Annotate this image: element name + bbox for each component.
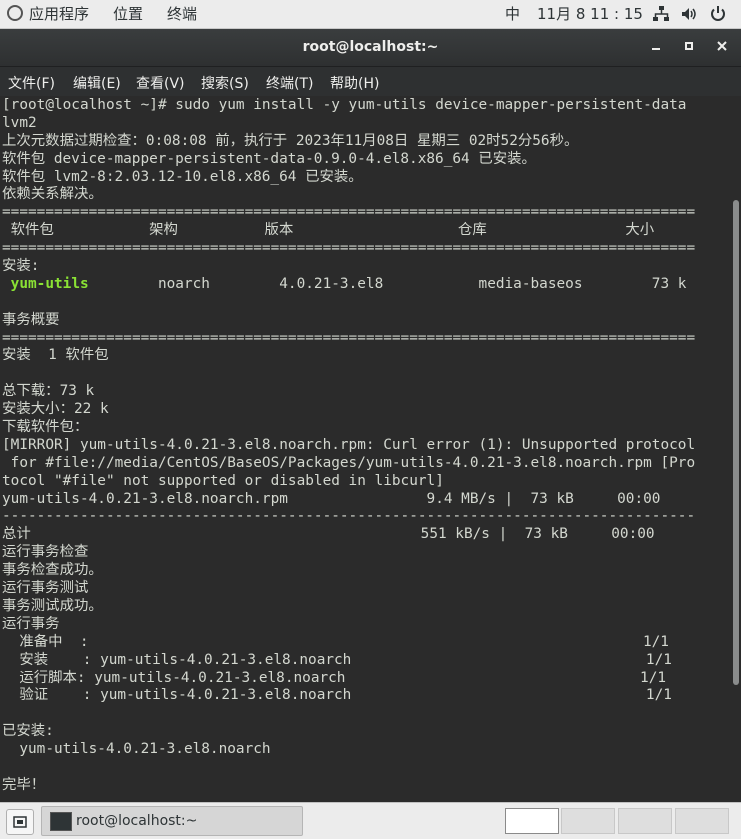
terminal-line: [MIRROR] yum-utils-4.0.21-3.el8.noarch.r… xyxy=(2,436,696,453)
terminal-line: 运行事务 xyxy=(2,615,60,632)
terminal-line: lvm2 xyxy=(2,114,37,131)
show-desktop-button[interactable] xyxy=(6,809,34,835)
terminal-line: 已安装: xyxy=(2,723,54,740)
terminal-line: 事务检查成功。 xyxy=(2,562,103,579)
menu-bar: 文件(F) 编辑(E) 查看(V) 搜索(S) 终端(T) 帮助(H) xyxy=(0,67,741,96)
terminal-area[interactable]: [root@localhost ~]# sudo yum install -y … xyxy=(0,96,741,802)
terminal-line: 下载软件包： xyxy=(2,419,89,436)
terminal-line: 验证 : yum-utils-4.0.21-3.el8.noarch 1/1 xyxy=(2,687,672,704)
show-desktop-icon xyxy=(13,816,27,828)
menu-edit[interactable]: 编辑(E) xyxy=(73,73,121,93)
terminal-line: ========================================… xyxy=(2,329,696,346)
workspace-1[interactable] xyxy=(505,808,559,834)
terminal-line: 软件包 架构 版本 仓库 大小 xyxy=(2,222,655,239)
top-bar: 应用程序 位置 终端 中 11月 8 11 : 15 xyxy=(0,0,741,29)
network-icon[interactable] xyxy=(652,5,670,23)
terminal-line: 事务概要 xyxy=(2,311,60,328)
terminal-line: 事务测试成功。 xyxy=(2,597,103,614)
terminal-line: 准备中 : 1/1 xyxy=(2,633,669,650)
terminal-line: 软件包 lvm2-8:2.03.12-10.el8.x86_64 已安装。 xyxy=(2,168,363,185)
workspace-4[interactable] xyxy=(675,808,729,834)
window-title: root@localhost:~ xyxy=(302,39,439,55)
terminal-icon xyxy=(50,812,72,831)
minimize-icon[interactable] xyxy=(646,38,666,56)
workspace-2[interactable] xyxy=(561,808,615,834)
window-titlebar[interactable]: root@localhost:~ xyxy=(0,29,741,67)
menu-terminal[interactable]: 终端(T) xyxy=(266,73,313,93)
menu-view[interactable]: 查看(V) xyxy=(136,73,185,93)
terminal-line: ----------------------------------------… xyxy=(2,508,696,525)
terminal-line: yum-utils noarch 4.0.21-3.el8 media-base… xyxy=(10,275,687,292)
terminal-line: 安装: xyxy=(2,258,40,275)
terminal-line: 完毕！ xyxy=(2,776,46,793)
close-icon[interactable] xyxy=(712,38,732,56)
terminal-line: 运行事务检查 xyxy=(2,544,89,561)
terminal-line: yum-utils-4.0.21-3.el8.noarch.rpm 9.4 MB… xyxy=(2,490,661,507)
terminal-app-menu[interactable]: 终端 xyxy=(167,5,197,23)
terminal-line: for #file://media/CentOS/BaseOS/Packages… xyxy=(2,454,696,471)
terminal-line: 总下载：73 k xyxy=(2,383,95,400)
menu-file[interactable]: 文件(F) xyxy=(8,73,55,93)
terminal-line: 运行脚本: yum-utils-4.0.21-3.el8.noarch 1/1 xyxy=(2,669,667,686)
workspace-3[interactable] xyxy=(618,808,672,834)
terminal-line: tocol "#file" not supported or disabled … xyxy=(2,472,444,489)
package-name-highlight: yum-utils xyxy=(10,275,89,292)
terminal-line: yum-utils-4.0.21-3.el8.noarch xyxy=(2,741,271,758)
terminal-line: ========================================… xyxy=(2,204,696,221)
terminal-line: 依赖关系解决。 xyxy=(2,186,103,203)
terminal-line: 运行事务测试 xyxy=(2,580,89,597)
terminal-line: [root@localhost ~]# sudo yum install -y … xyxy=(2,97,687,113)
scrollbar-thumb[interactable] xyxy=(733,200,739,685)
input-method-indicator[interactable]: 中 xyxy=(505,5,520,23)
taskbar-window-terminal[interactable]: root@localhost:~ xyxy=(41,806,303,836)
terminal-line: 上次元数据过期检查：0:08:08 前，执行于 2023年11月08日 星期三 … xyxy=(2,132,579,149)
terminal-line: 软件包 device-mapper-persistent-data-0.9.0-… xyxy=(2,150,536,167)
maximize-icon[interactable] xyxy=(679,38,699,56)
fedora-logo-icon xyxy=(7,5,23,21)
terminal-line: 安装大小：22 k xyxy=(2,401,109,418)
terminal-line: 总计 551 kB/s | 73 kB 00:00 xyxy=(2,526,655,543)
power-icon[interactable] xyxy=(709,5,727,23)
terminal-line: 安装 : yum-utils-4.0.21-3.el8.noarch 1/1 xyxy=(2,651,672,668)
menu-help[interactable]: 帮助(H) xyxy=(330,73,379,93)
terminal-output: [root@localhost ~]# sudo yum install -y … xyxy=(2,97,695,795)
terminal-line: 安装 1 软件包 xyxy=(2,347,109,364)
places-menu[interactable]: 位置 xyxy=(113,5,143,23)
menu-search[interactable]: 搜索(S) xyxy=(201,73,249,93)
volume-icon[interactable] xyxy=(680,5,698,23)
applications-menu[interactable]: 应用程序 xyxy=(7,5,89,23)
terminal-line: ========================================… xyxy=(2,240,696,257)
clock[interactable]: 11月 8 11 : 15 xyxy=(537,5,643,23)
taskbar-window-label: root@localhost:~ xyxy=(76,813,198,829)
taskbar: root@localhost:~ xyxy=(0,802,741,839)
applications-menu-label: 应用程序 xyxy=(29,5,90,23)
